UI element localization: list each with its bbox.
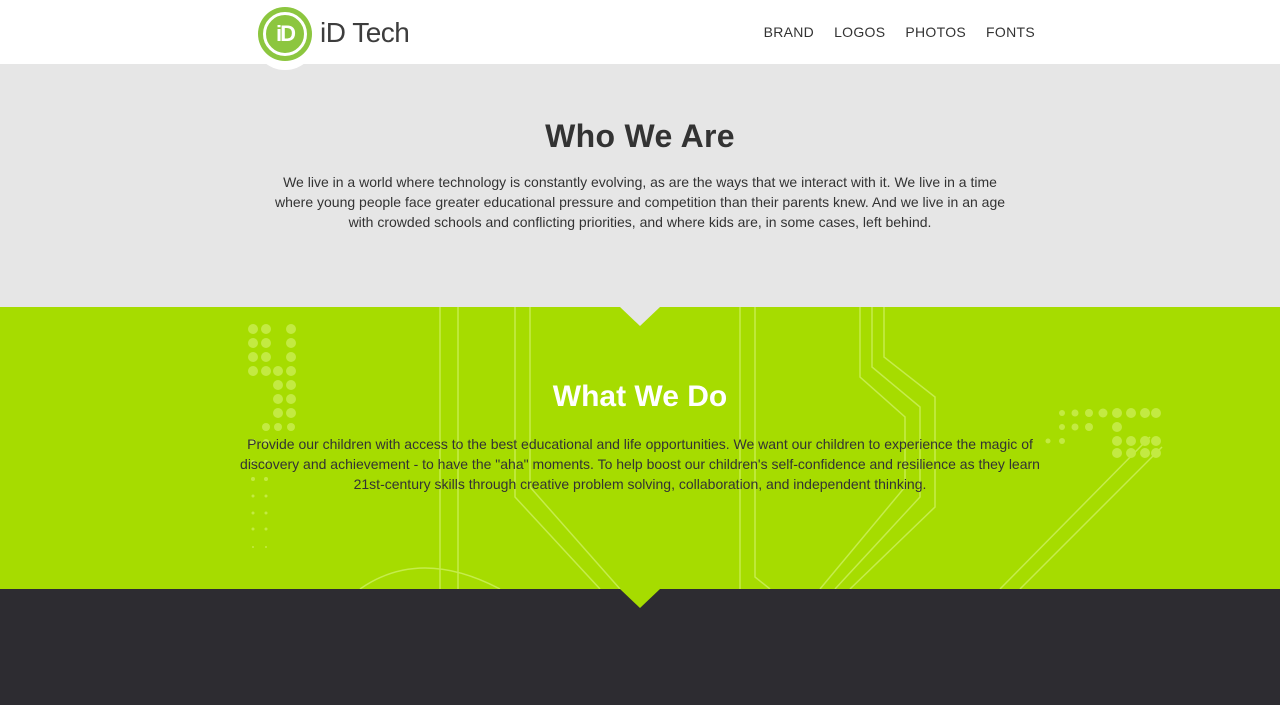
- who-we-are-body: We live in a world where technology is c…: [274, 174, 1006, 230]
- logo-icon[interactable]: iD: [258, 7, 312, 61]
- section-divider-arrow: [620, 307, 660, 326]
- who-we-are-title: Who We Are: [545, 118, 735, 154]
- what-we-do-title: What We Do: [552, 380, 728, 413]
- site-header: iD iD Tech BRAND LOGOS PHOTOS FONTS: [0, 0, 1280, 70]
- nav-brand[interactable]: BRAND: [764, 24, 815, 40]
- nav-fonts[interactable]: FONTS: [986, 24, 1035, 40]
- nav-photos[interactable]: PHOTOS: [905, 24, 966, 40]
- logo-text[interactable]: iD Tech: [320, 17, 410, 49]
- section-divider-arrow-green: [620, 589, 660, 608]
- nav-logos[interactable]: LOGOS: [834, 24, 885, 40]
- logo-mark: iD: [263, 12, 307, 56]
- who-we-are-section: Who We Are We live in a world where tech…: [0, 64, 1280, 307]
- main-nav: BRAND LOGOS PHOTOS FONTS: [764, 24, 1035, 40]
- what-we-do-section: What We Do Provide our children with acc…: [0, 307, 1280, 589]
- what-we-do-body: Provide our children with access to the …: [240, 436, 1040, 492]
